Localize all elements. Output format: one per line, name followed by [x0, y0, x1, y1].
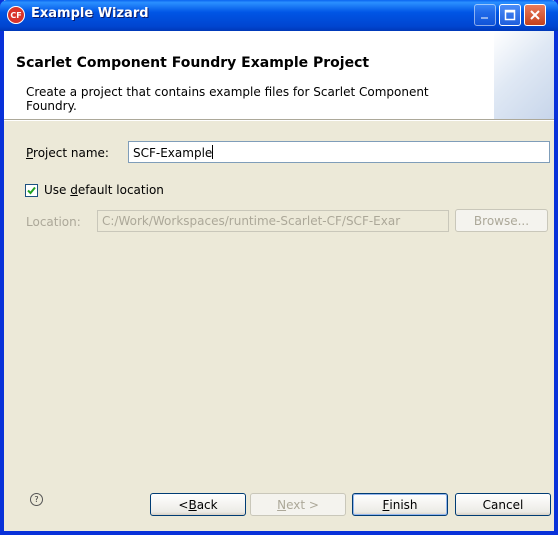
location-input[interactable]: C:/Work/Workspaces/runtime-Scarlet-CF/SC… [97, 210, 449, 232]
help-icon[interactable]: ? [30, 493, 43, 506]
title-bar[interactable]: CF Example Wizard [0, 0, 558, 31]
page-description: Create a project that contains example f… [26, 85, 429, 113]
banner-divider [4, 119, 554, 121]
use-default-location-label[interactable]: Use default location [44, 183, 164, 197]
banner-graphic [494, 31, 554, 119]
maximize-button[interactable] [499, 4, 521, 26]
project-name-input[interactable]: SCF-Example [128, 141, 550, 163]
finish-button[interactable]: Finish [352, 493, 448, 516]
location-label: Location: [26, 215, 81, 229]
checkmark-icon [27, 186, 36, 195]
app-icon: CF [7, 6, 25, 24]
cancel-button[interactable]: Cancel [455, 493, 551, 516]
minimize-button[interactable] [474, 4, 496, 26]
back-button[interactable]: < Back [150, 493, 246, 516]
window-title: Example Wizard [31, 6, 149, 21]
page-title: Scarlet Component Foundry Example Projec… [16, 55, 370, 71]
minimize-icon [481, 17, 488, 19]
wizard-window: CF Example Wizard Scarlet Component Foun… [0, 0, 558, 535]
wizard-banner: Scarlet Component Foundry Example Projec… [4, 31, 554, 119]
close-icon [530, 10, 540, 20]
project-name-label: Project name: [26, 146, 109, 160]
close-button[interactable] [524, 4, 546, 26]
next-button[interactable]: Next > [250, 493, 346, 516]
use-default-location-checkbox[interactable] [25, 184, 38, 197]
browse-button[interactable]: Browse... [455, 209, 548, 232]
text-caret [212, 145, 214, 159]
maximize-icon [504, 9, 516, 21]
